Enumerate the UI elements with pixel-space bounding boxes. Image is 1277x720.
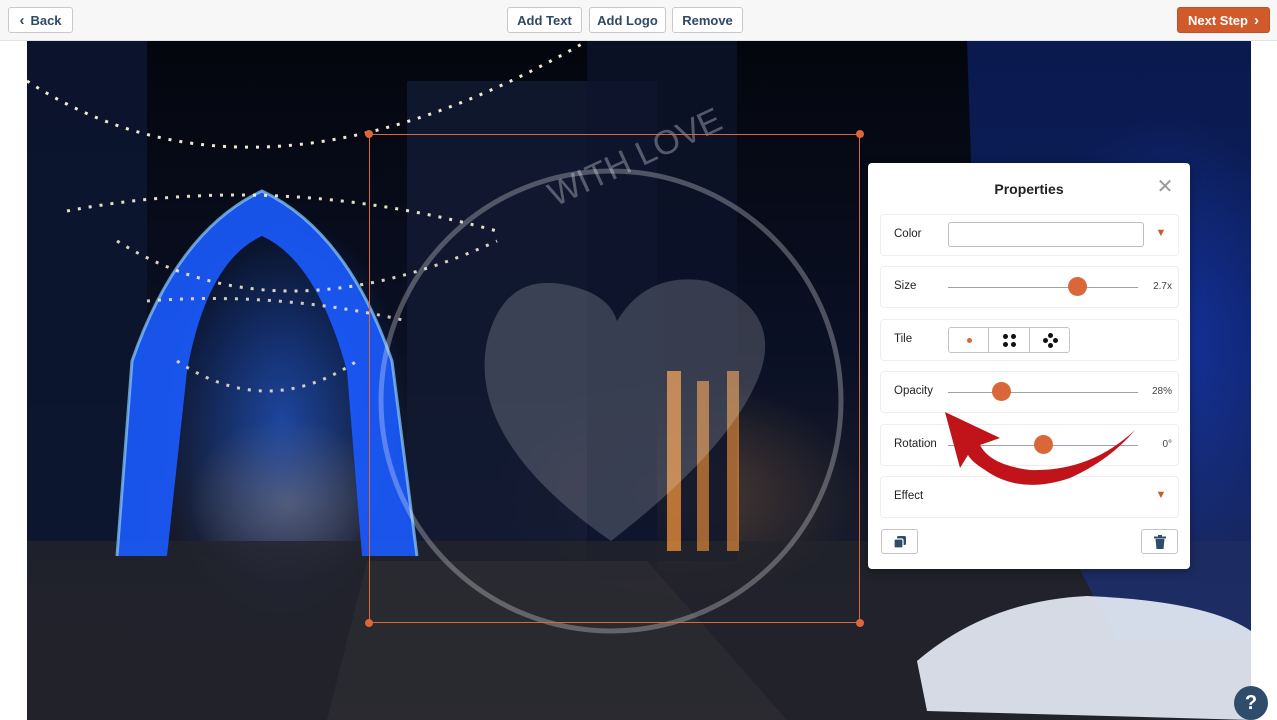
- tile-row: Tile: [881, 320, 1178, 360]
- opacity-slider-track[interactable]: [948, 392, 1138, 393]
- color-input[interactable]: [948, 222, 1144, 247]
- size-label: Size: [894, 280, 917, 292]
- resize-handle-bottom-right[interactable]: [856, 619, 864, 627]
- help-button[interactable]: ?: [1234, 686, 1268, 720]
- next-step-label: Next Step: [1188, 12, 1248, 28]
- chevron-right-icon: ›: [1253, 11, 1259, 29]
- grid-dot-icon: [1003, 342, 1009, 347]
- scatter-dot-icon: [1047, 343, 1053, 348]
- back-button-label: Back: [30, 12, 62, 28]
- properties-panel: Properties ✕ Color ▼ Size 2.7x Tile Opac…: [868, 163, 1190, 569]
- tile-grid-button[interactable]: [989, 328, 1030, 352]
- tile-label: Tile: [894, 333, 913, 345]
- duplicate-button[interactable]: [881, 529, 918, 554]
- add-text-label: Add Text: [517, 12, 572, 28]
- chevron-down-icon[interactable]: ▼: [1154, 226, 1168, 240]
- scatter-dot-icon: [1042, 338, 1048, 343]
- add-text-button[interactable]: Add Text: [507, 7, 582, 33]
- watermark-selection-frame[interactable]: [365, 130, 864, 627]
- opacity-value: 28%: [1151, 386, 1172, 397]
- annotation-arrow: [945, 412, 1135, 485]
- back-button[interactable]: ‹ Back: [8, 7, 73, 33]
- opacity-label: Opacity: [894, 385, 933, 397]
- trash-icon: [1153, 534, 1166, 549]
- size-slider-knob[interactable]: [1067, 277, 1087, 296]
- tile-single-button[interactable]: [949, 328, 990, 352]
- rotation-value: 0°: [1162, 439, 1172, 450]
- resize-handle-bottom-left[interactable]: [365, 619, 373, 627]
- add-logo-label: Add Logo: [597, 12, 658, 28]
- resize-handle-top-right[interactable]: [856, 130, 864, 138]
- add-logo-button[interactable]: Add Logo: [589, 7, 666, 33]
- chevron-down-icon[interactable]: ▼: [1154, 488, 1168, 502]
- color-label: Color: [894, 228, 922, 240]
- tile-options: [948, 327, 1070, 353]
- remove-label: Remove: [682, 12, 733, 28]
- effect-label: Effect: [894, 490, 924, 502]
- color-row: Color ▼: [881, 215, 1178, 255]
- grid-dot-icon: [1011, 334, 1017, 339]
- duplicate-icon: [892, 535, 906, 549]
- panel-title: Properties: [994, 181, 1064, 197]
- remove-button[interactable]: Remove: [672, 7, 743, 33]
- tile-scatter-button[interactable]: [1030, 328, 1069, 352]
- scatter-dot-icon: [1052, 338, 1058, 343]
- single-dot-icon: [967, 338, 972, 343]
- size-row: Size 2.7x: [881, 267, 1178, 307]
- top-toolbar: ‹ Back Add Text Add Logo Remove Next Ste…: [0, 0, 1277, 41]
- grid-dot-icon: [1003, 334, 1009, 339]
- help-icon: ?: [1244, 691, 1258, 714]
- resize-handle-top-left[interactable]: [365, 130, 373, 138]
- size-slider-track[interactable]: [948, 287, 1138, 288]
- next-step-button[interactable]: Next Step ›: [1177, 7, 1270, 33]
- size-value: 2.7x: [1153, 281, 1172, 292]
- delete-button[interactable]: [1141, 529, 1178, 554]
- chevron-left-icon: ‹: [19, 11, 25, 29]
- close-icon[interactable]: ✕: [1155, 177, 1175, 197]
- opacity-slider-knob[interactable]: [991, 382, 1011, 401]
- scatter-dot-icon: [1047, 333, 1053, 338]
- grid-dot-icon: [1011, 342, 1017, 347]
